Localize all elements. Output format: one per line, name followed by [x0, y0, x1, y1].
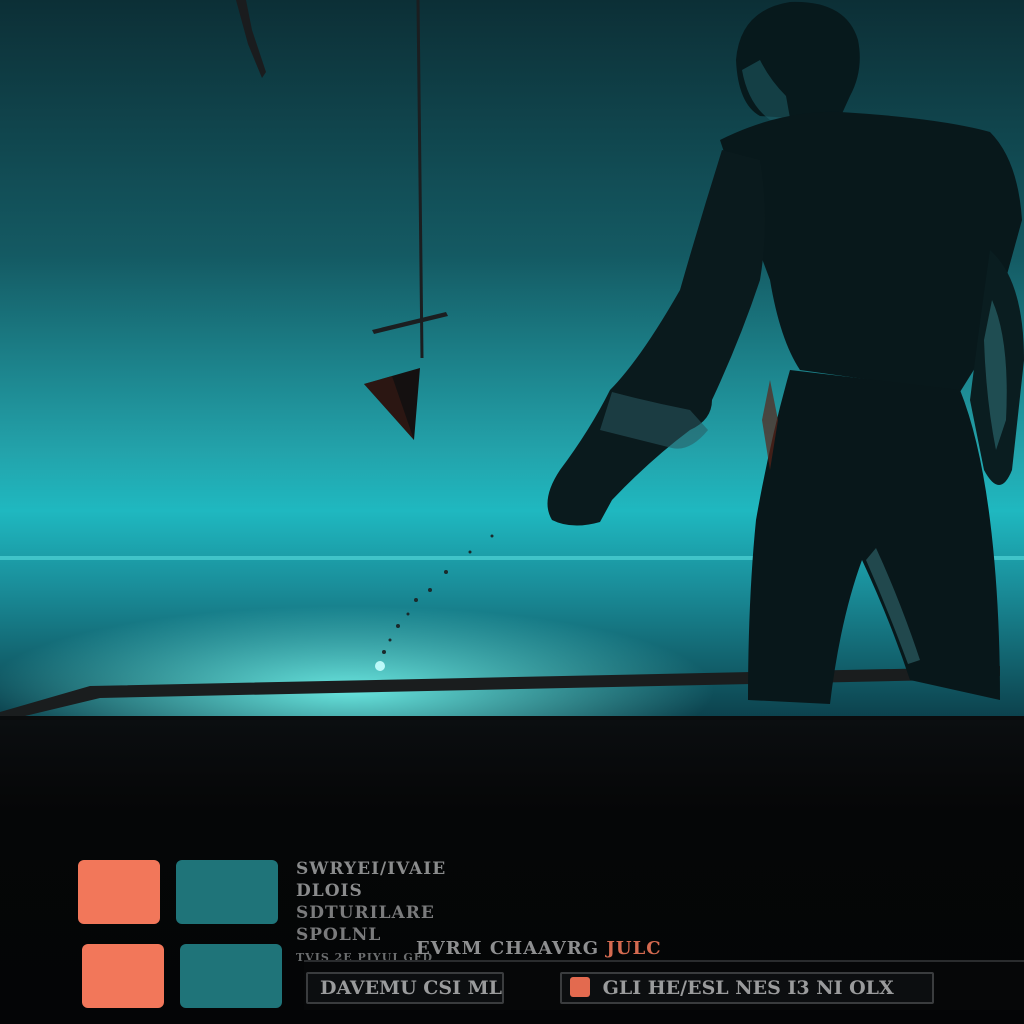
player-character: [547, 1, 1024, 704]
table-rail: [0, 666, 1000, 722]
hanging-rod: [236, 0, 266, 78]
command-slot-right[interactable]: GLI HE/ESL NES I3 NI OLX: [560, 972, 934, 1004]
spark-core: [375, 661, 385, 671]
slot-right-label-c: NES I3 NI OLX: [735, 977, 894, 999]
ability-slot-3[interactable]: [82, 944, 164, 1008]
status-strip: EVRM CHAAVRG JULC: [416, 938, 661, 960]
status-right: JULC: [606, 938, 662, 959]
ability-slot-1[interactable]: [78, 860, 160, 924]
pendulum-string: [416, 0, 424, 359]
scene-art: [0, 0, 1024, 730]
slot-right-label-a: GLI: [602, 977, 642, 999]
player-info: SWRYEI/IVAIE DLOIS SDTURILARE SPOLNL TVI…: [296, 858, 496, 964]
ability-slot-2[interactable]: [176, 860, 278, 924]
status-mid: CHAAVRG: [489, 938, 600, 959]
command-slot-left[interactable]: DAVEMU CSI MLO: [306, 972, 504, 1004]
slot-left-label-a: DAVEMU: [320, 977, 417, 999]
command-bar: DAVEMU CSI MLO GLI HE/ESL NES I3 NI OLX: [304, 960, 1024, 1010]
game-viewport[interactable]: [0, 0, 1024, 730]
pendulum-crossbar: [372, 312, 448, 334]
warning-icon: [570, 977, 590, 997]
ability-slot-4[interactable]: [180, 944, 282, 1008]
spark-trail: [382, 534, 494, 654]
info-line-1: SWRYEI/IVAIE DLOIS: [296, 859, 447, 901]
status-left: EVRM: [416, 938, 483, 959]
slot-left-label-b: CSI MLO: [423, 977, 503, 999]
slot-right-label-b: HE/ESL: [647, 977, 729, 999]
